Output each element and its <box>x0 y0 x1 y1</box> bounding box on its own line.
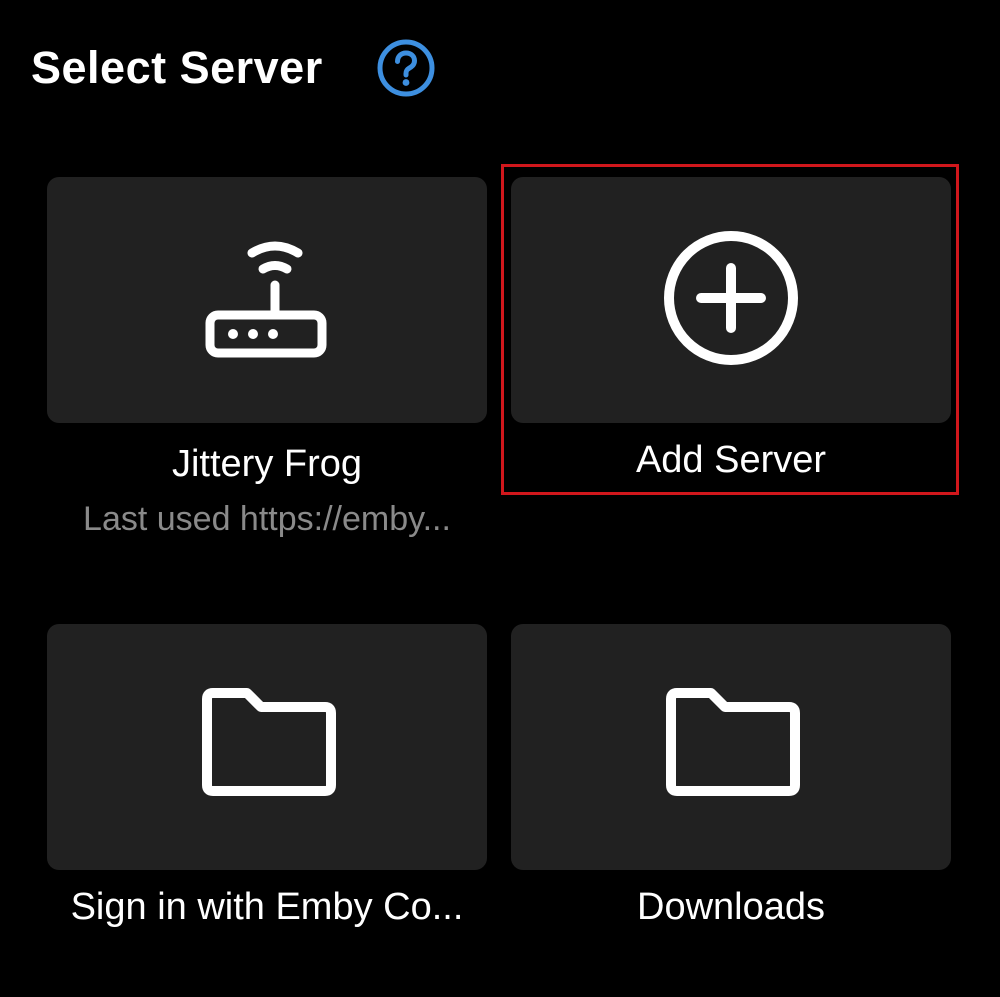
server-tile-jittery-frog[interactable]: Jittery Frog Last used https://emby... <box>47 177 487 547</box>
sign-in-label: Sign in with Emby Co... <box>70 886 464 928</box>
downloads-tile[interactable]: Downloads <box>511 624 951 934</box>
add-server-label: Add Server <box>635 439 827 481</box>
add-server-card[interactable] <box>511 177 951 423</box>
page-title: Select Server <box>31 42 323 93</box>
add-server-tile[interactable]: Add Server <box>511 177 951 487</box>
sign-in-card[interactable] <box>47 624 487 870</box>
add-circle-icon <box>661 228 801 373</box>
server-card[interactable] <box>47 177 487 423</box>
server-name: Jittery Frog <box>171 443 363 485</box>
folder-icon <box>661 685 801 810</box>
folder-icon <box>197 685 337 810</box>
help-icon[interactable] <box>376 38 436 98</box>
sign-in-emby-connect-tile[interactable]: Sign in with Emby Co... <box>47 624 487 934</box>
server-last-used: Last used https://emby... <box>83 500 451 538</box>
header: Select Server <box>31 36 323 100</box>
downloads-card[interactable] <box>511 624 951 870</box>
router-icon <box>202 233 332 368</box>
downloads-label: Downloads <box>637 886 825 928</box>
